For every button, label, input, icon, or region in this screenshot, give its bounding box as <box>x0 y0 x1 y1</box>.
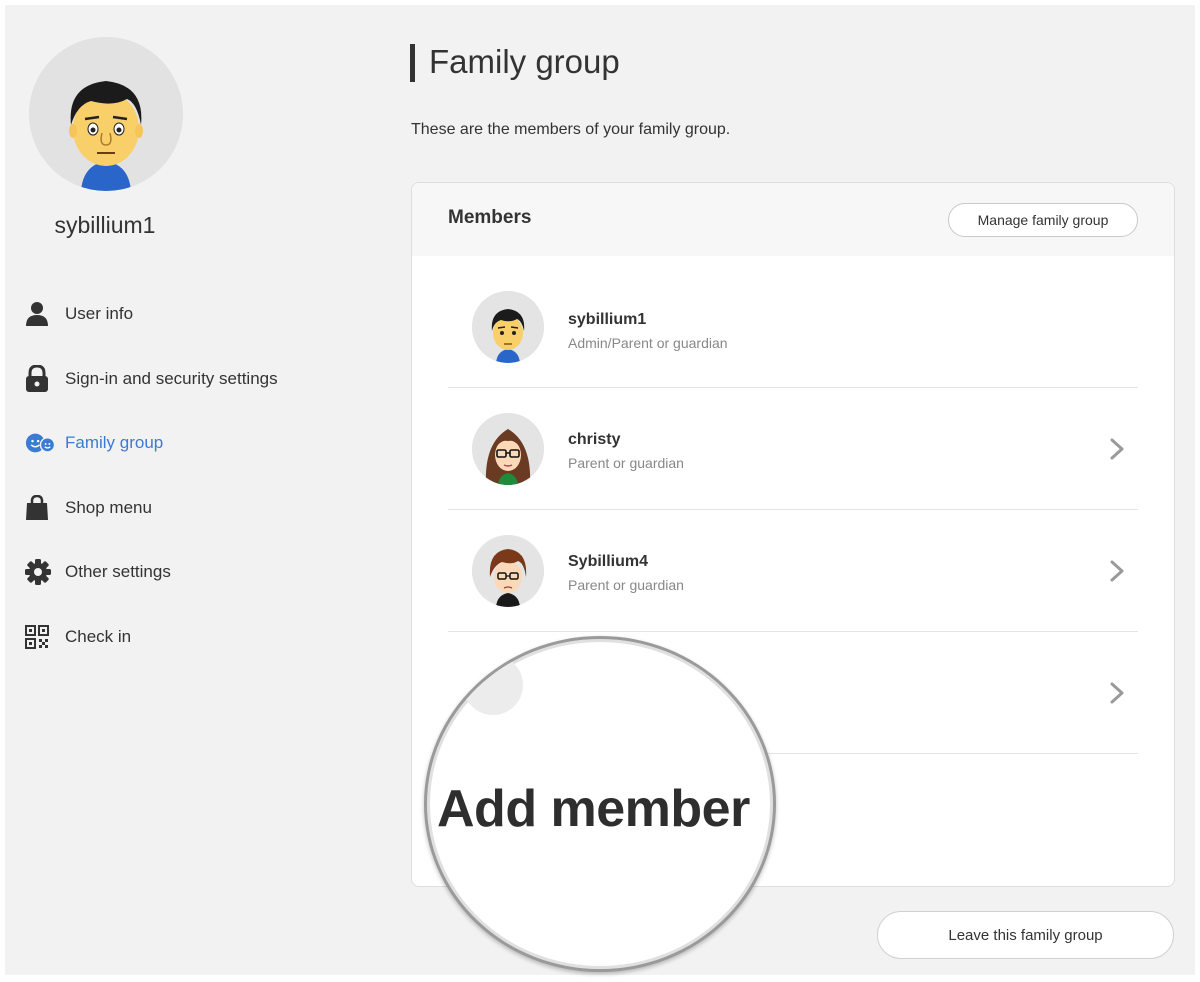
mii-avatar-icon <box>472 413 544 485</box>
sidebar-item-shop-menu[interactable]: Shop menu <box>25 476 325 541</box>
member-avatar <box>472 535 544 607</box>
mii-avatar-icon <box>29 37 183 191</box>
qr-code-icon <box>25 623 55 651</box>
page-description: These are the members of your family gro… <box>411 121 730 139</box>
member-name: christy <box>568 431 620 449</box>
sidebar-item-label: Family group <box>65 433 163 453</box>
profile-username: sybillium1 <box>0 212 210 239</box>
sidebar-item-label: Other settings <box>65 562 171 582</box>
leave-family-group-button[interactable]: Leave this family group <box>877 911 1174 959</box>
shopping-bag-icon <box>25 494 55 522</box>
profile-avatar <box>29 37 183 191</box>
lock-icon <box>25 365 55 393</box>
sidebar-nav: User info Sign-in and security settings … <box>25 282 325 669</box>
add-member-button[interactable]: Add member <box>437 779 767 839</box>
member-row[interactable]: christy Parent or guardian <box>448 388 1138 510</box>
sidebar-item-check-in[interactable]: Check in <box>25 605 325 670</box>
gear-icon <box>25 558 55 586</box>
chevron-right-icon <box>1108 560 1126 582</box>
member-role: Parent or guardian <box>568 577 684 593</box>
member-avatar <box>472 413 544 485</box>
sidebar-item-user-info[interactable]: User info <box>25 282 325 347</box>
member-role: Admin/Parent or guardian <box>568 335 728 351</box>
sidebar-item-label: User info <box>65 304 133 324</box>
member-row[interactable]: Sybillium4 Parent or guardian <box>448 510 1138 632</box>
manage-family-group-button[interactable]: Manage family group <box>948 203 1138 237</box>
member-row: sybillium1 Admin/Parent or guardian <box>448 256 1138 388</box>
chevron-right-icon <box>1108 682 1126 704</box>
member-name: Sybillium4 <box>568 553 648 571</box>
member-role: Parent or guardian <box>568 455 684 471</box>
sidebar-item-label: Sign-in and security settings <box>65 369 278 389</box>
mii-avatar-icon <box>472 291 544 363</box>
sidebar-item-family-group[interactable]: Family group <box>25 411 325 476</box>
sidebar-item-label: Shop menu <box>65 498 152 518</box>
sidebar-item-other-settings[interactable]: Other settings <box>25 540 325 605</box>
sidebar-item-sign-in-security[interactable]: Sign-in and security settings <box>25 347 325 412</box>
member-avatar <box>463 655 523 715</box>
mii-avatar-icon <box>472 535 544 607</box>
page-title: Family group <box>410 44 620 82</box>
magnifier-callout: Add member <box>424 636 776 972</box>
members-card-title: Members <box>448 207 531 229</box>
family-icon <box>25 429 55 457</box>
sidebar-item-label: Check in <box>65 627 131 647</box>
member-avatar <box>472 291 544 363</box>
chevron-right-icon <box>1108 438 1126 460</box>
member-name: sybillium1 <box>568 311 646 329</box>
person-icon <box>25 300 55 328</box>
members-card-header: Members Manage family group <box>412 183 1174 256</box>
